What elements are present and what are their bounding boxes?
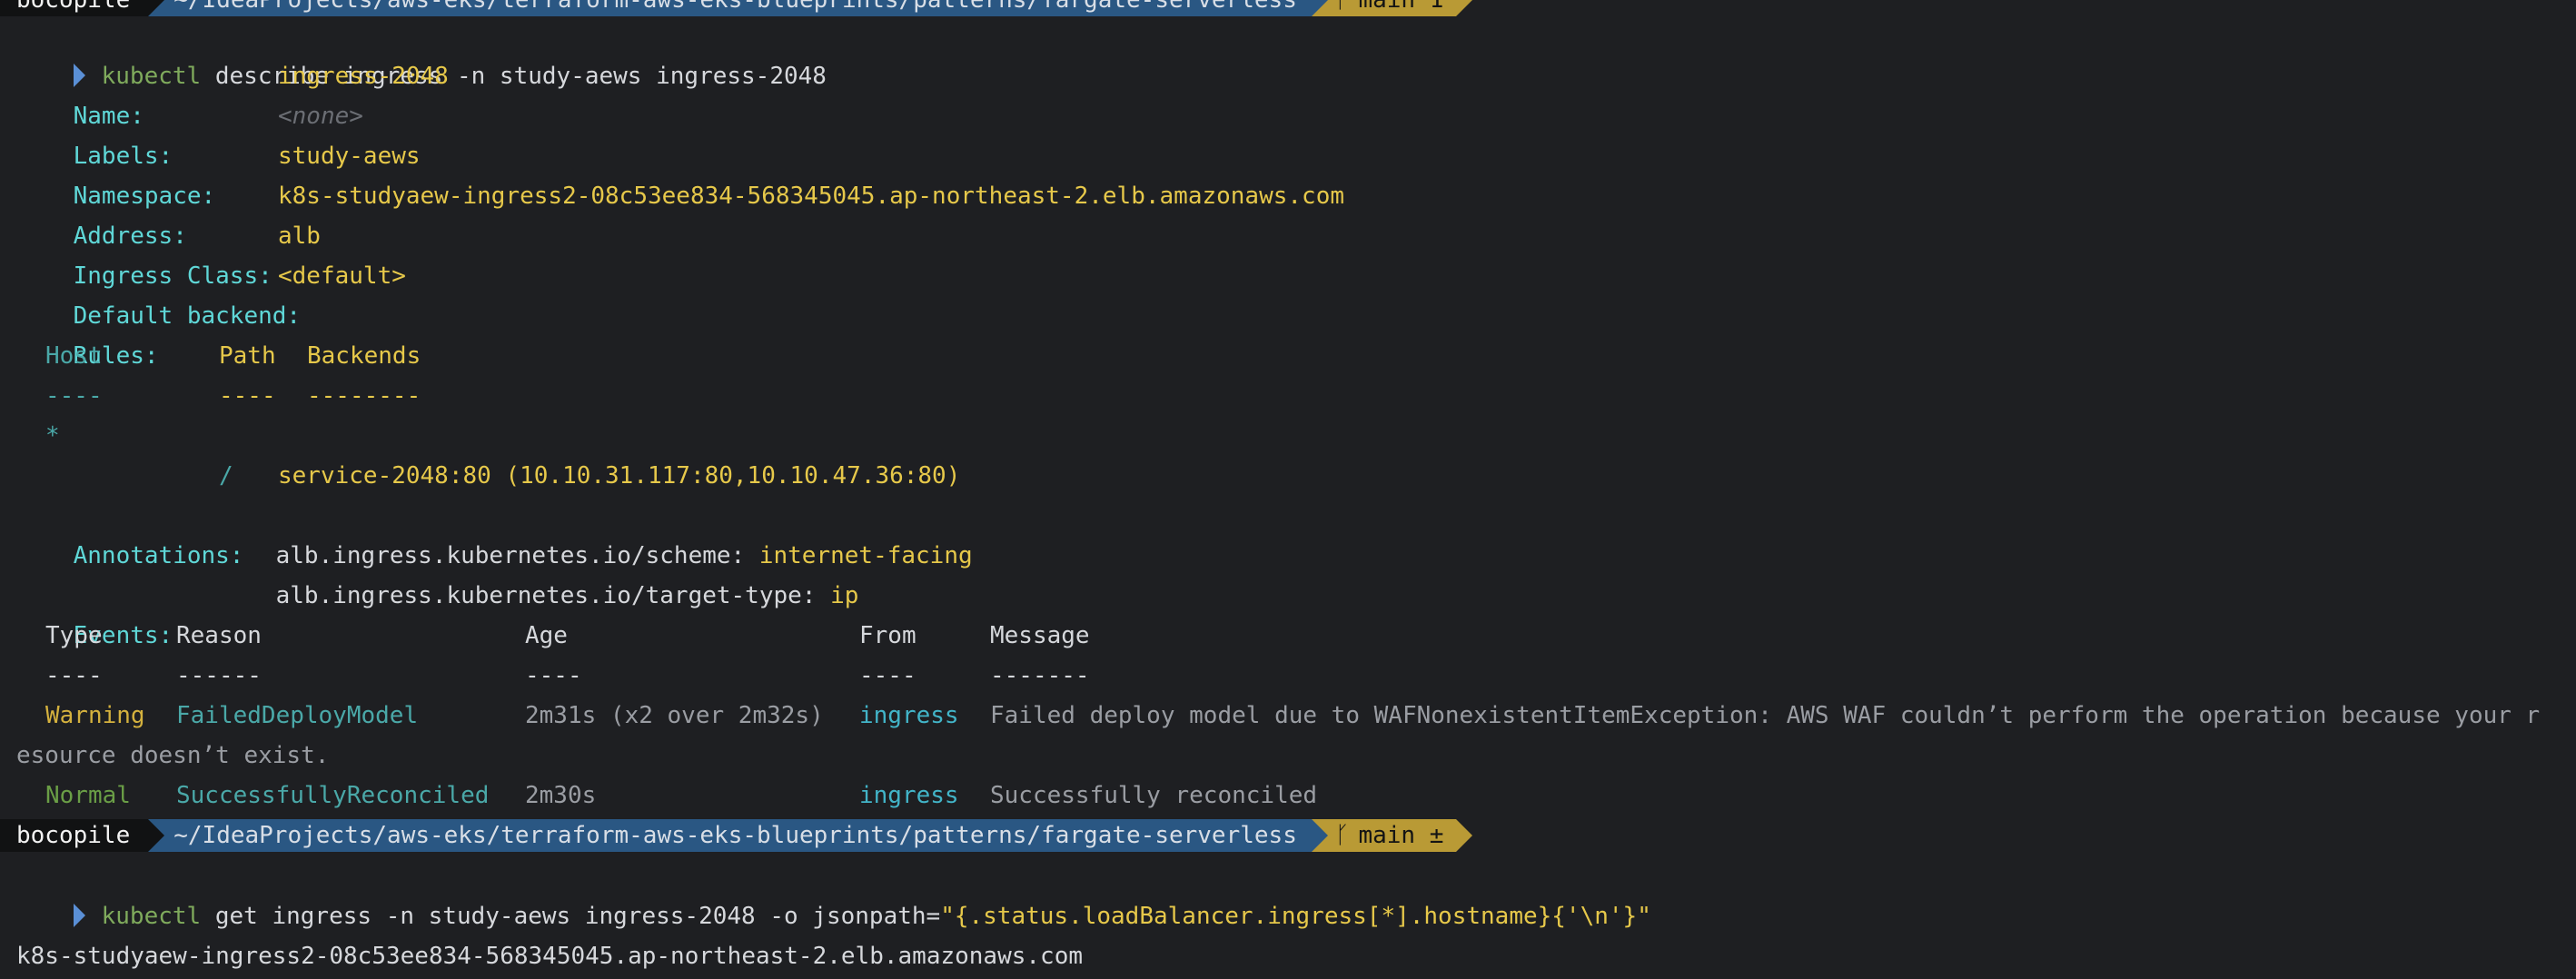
rules-backend: service-2048:80 (10.10.31.117:80,10.10.4… bbox=[278, 462, 961, 490]
event-from: ingress bbox=[859, 782, 959, 809]
prompt-bar-top: bocopile ~/IdeaProjects/aws-eks/terrafor… bbox=[0, 0, 1473, 16]
field-default-backend-value: <default> bbox=[278, 262, 406, 290]
rules-header-path: Path bbox=[219, 342, 276, 370]
events-sep-from: ---- bbox=[859, 662, 916, 689]
field-events: Events: bbox=[73, 622, 173, 649]
prompt-path: ~/IdeaProjects/aws-eks/terraform-aws-eks… bbox=[148, 819, 1312, 852]
events-header-reason: Reason bbox=[176, 622, 262, 649]
prompt-path: ~/IdeaProjects/aws-eks/terraform-aws-eks… bbox=[148, 0, 1312, 16]
command-args: get ingress -n study-aews ingress-2048 -… bbox=[201, 903, 941, 930]
field-ingress-class-value: alb bbox=[278, 222, 321, 250]
field-labels: Labels: bbox=[73, 143, 173, 170]
field-ingress-class: Ingress Class: bbox=[73, 262, 272, 290]
rules-path: / bbox=[219, 462, 233, 490]
events-header-age: Age bbox=[525, 622, 568, 649]
prompt-user: bocopile bbox=[0, 819, 149, 852]
events-header-message: Message bbox=[990, 622, 1090, 649]
caret-right-icon bbox=[73, 903, 85, 927]
event-age: 2m31s (x2 over 2m32s) bbox=[525, 702, 824, 729]
command-jsonpath: "{.status.loadBalancer.ingress[*].hostna… bbox=[940, 903, 1651, 930]
events-sep-reason: ------ bbox=[176, 662, 262, 689]
prompt-user: bocopile bbox=[0, 0, 149, 16]
event-age: 2m30s bbox=[525, 782, 597, 809]
event-from: ingress bbox=[859, 702, 959, 729]
event-reason: FailedDeployModel bbox=[176, 702, 419, 729]
terminal-window[interactable]: bocopile ~/IdeaProjects/aws-eks/terrafor… bbox=[0, 0, 2576, 979]
field-labels-value: <none> bbox=[278, 103, 363, 130]
field-name: Name: bbox=[73, 103, 144, 130]
event-type-warning: Warning bbox=[45, 702, 145, 729]
git-branch-icon: ᚴ bbox=[1334, 0, 1350, 14]
events-sep-message: ------- bbox=[990, 662, 1090, 689]
command-line-1[interactable]: kubectl describe ingress -n study-aews i… bbox=[16, 16, 827, 90]
prompt-bar-bottom: bocopile ~/IdeaProjects/aws-eks/terrafor… bbox=[0, 819, 1473, 852]
command-line-2[interactable]: kubectl get ingress -n study-aews ingres… bbox=[16, 856, 1651, 930]
event-type-normal: Normal bbox=[45, 782, 131, 809]
command-program: kubectl bbox=[101, 903, 202, 930]
rules-sep-host: ---- bbox=[45, 382, 103, 410]
event-message: Failed deploy model due to WAFNonexisten… bbox=[990, 702, 2541, 729]
rules-header-host: Host bbox=[45, 342, 103, 370]
events-header-type: Type bbox=[45, 622, 103, 649]
field-rules: Rules: bbox=[73, 342, 159, 370]
rules-sep-backends: -------- bbox=[307, 382, 421, 410]
command-output: k8s-studyaew-ingress2-08c53ee834-5683450… bbox=[16, 943, 1083, 970]
events-sep-age: ---- bbox=[525, 662, 582, 689]
event-message: Successfully reconciled bbox=[990, 782, 1318, 809]
event-reason: SuccessfullyReconciled bbox=[176, 782, 490, 809]
git-branch-icon: ᚴ bbox=[1334, 822, 1350, 849]
event-message-wrap: esource doesn’t exist. bbox=[16, 742, 330, 769]
prompt-git-branch: ᚴ main 1 bbox=[1311, 0, 1457, 16]
events-header-from: From bbox=[859, 622, 916, 649]
field-namespace: Namespace: bbox=[73, 183, 216, 210]
field-address: Address: bbox=[73, 222, 187, 250]
events-sep-type: ---- bbox=[45, 662, 103, 689]
field-namespace-value: study-aews bbox=[278, 143, 421, 170]
field-address-value: k8s-studyaew-ingress2-08c53ee834-5683450… bbox=[278, 183, 1344, 210]
field-default-backend: Default backend: bbox=[73, 302, 302, 330]
prompt-git-branch: ᚴ main ± bbox=[1311, 819, 1457, 852]
rules-sep-path: ---- bbox=[219, 382, 276, 410]
rules-header-backends: Backends bbox=[307, 342, 421, 370]
field-name-value: ingress-2048 bbox=[278, 63, 449, 90]
field-annotations: Annotations: bbox=[73, 542, 244, 569]
rules-host: * bbox=[45, 422, 60, 450]
